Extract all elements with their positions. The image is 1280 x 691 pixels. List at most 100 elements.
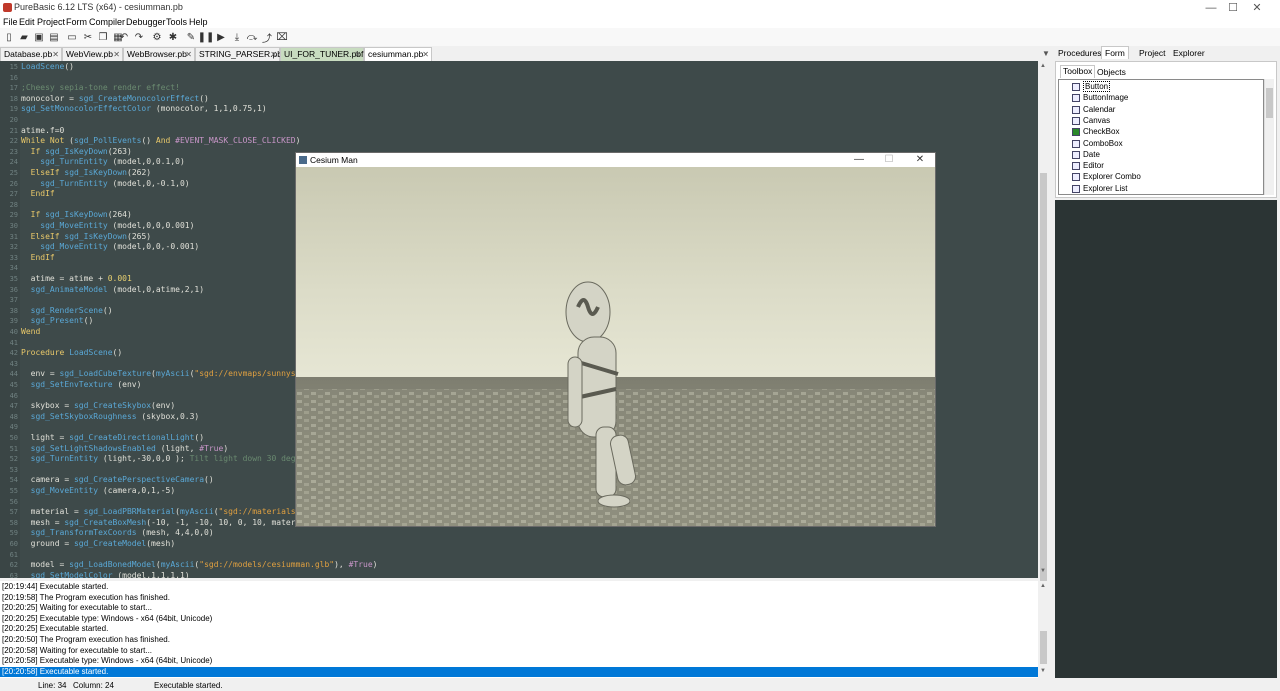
scroll-down-icon[interactable]: ▼ xyxy=(1040,568,1046,574)
cut-icon[interactable]: ✂ xyxy=(82,31,94,43)
game-maximize-button[interactable]: ☐ xyxy=(874,153,904,167)
menu-form[interactable]: Form xyxy=(66,16,87,28)
code-line[interactable]: 63 sgd_SetModelColor (model,1,1,1,1) xyxy=(0,571,1038,578)
scroll-up-icon[interactable]: ▲ xyxy=(1040,583,1046,589)
scrollbar-thumb[interactable] xyxy=(1040,173,1047,605)
step-over-icon[interactable]: ⤼ xyxy=(246,31,258,43)
close-file-icon[interactable]: ▭ xyxy=(66,31,78,43)
tab-close-icon[interactable]: ✕ xyxy=(270,48,277,61)
tab-string-parser[interactable]: STRING_PARSER.pb ✕ xyxy=(195,47,282,61)
log-line[interactable]: [20:20:25] Waiting for executable to sta… xyxy=(0,603,1038,614)
step-icon[interactable]: ⤓ xyxy=(231,31,243,43)
code-line[interactable]: 59 sgd_TransformTexCoords (mesh, 4,4,0,0… xyxy=(0,528,1038,538)
code-line[interactable]: 16 xyxy=(0,73,1038,83)
debug-icon[interactable]: ✱ xyxy=(167,31,179,43)
log-line[interactable]: [20:20:25] Executable started. xyxy=(0,624,1038,635)
code-text: camera = sgd_CreatePerspectiveCamera() xyxy=(21,475,214,485)
tab-webview[interactable]: WebView.pb ✕ xyxy=(62,47,123,61)
cesium-man-title-bar[interactable]: Cesium Man — ☐ ✕ xyxy=(296,153,935,167)
tab-form[interactable]: Form xyxy=(1101,46,1129,59)
tab-close-icon[interactable]: ✕ xyxy=(422,48,429,61)
log-line[interactable]: [20:20:58] Waiting for executable to sta… xyxy=(0,646,1038,657)
scroll-up-icon[interactable]: ▲ xyxy=(1040,63,1046,69)
code-line[interactable]: 22 While Not (sgd_PollEvents() And #EVENT… xyxy=(0,136,1038,146)
code-line[interactable]: 19 sgd_SetMonocolorEffectColor (monocolor… xyxy=(0,104,1038,114)
menu-file[interactable]: File xyxy=(3,16,18,28)
line-number: 61 xyxy=(9,550,18,559)
tab-explorer[interactable]: Explorer xyxy=(1173,48,1205,58)
tab-cesiumman[interactable]: cesiumman.pb ✕ xyxy=(364,47,432,61)
log-line[interactable]: [20:20:58] Executable type: Windows - x6… xyxy=(0,656,1038,667)
new-icon[interactable]: ▯ xyxy=(3,31,15,43)
code-token: (monocolor, 1,1,0.75,1) xyxy=(151,104,267,114)
toolbox-scrollbar[interactable] xyxy=(1264,79,1274,195)
tab-toolbox[interactable]: Toolbox xyxy=(1060,65,1096,78)
menu-edit[interactable]: Edit xyxy=(19,16,35,28)
run-icon[interactable]: ▶ xyxy=(215,31,227,43)
toolbox-list[interactable]: Button ButtonImage Calendar Canvas Check… xyxy=(1058,79,1264,195)
tab-webbrowser[interactable]: WebBrowser.pb ✕ xyxy=(123,47,195,61)
scroll-down-icon[interactable]: ▼ xyxy=(1040,668,1046,674)
code-line[interactable]: 15 LoadScene() xyxy=(0,62,1038,72)
tab-close-icon[interactable]: ✕ xyxy=(354,48,361,61)
save-icon[interactable]: ▣ xyxy=(33,31,45,43)
toolbox-item-date[interactable]: Date xyxy=(1072,149,1100,160)
game-minimize-button[interactable]: — xyxy=(844,153,874,167)
tab-project[interactable]: Project xyxy=(1139,48,1165,58)
tab-database[interactable]: Database.pb ✕ xyxy=(0,47,62,61)
cesium-man-window[interactable]: Cesium Man — ☐ ✕ xyxy=(295,152,936,527)
copy-icon[interactable]: ❐ xyxy=(97,31,109,43)
log-line[interactable]: [20:20:50] The Program execution has fin… xyxy=(0,635,1038,646)
tab-ui-for-tuner[interactable]: UI_FOR_TUNER.pbf ✕ xyxy=(280,47,364,61)
code-line[interactable]: 21 atime.f=0 xyxy=(0,126,1038,136)
undo-icon[interactable]: ↶ xyxy=(118,31,130,43)
tab-close-icon[interactable]: ✕ xyxy=(52,48,59,61)
open-icon[interactable]: ▰ xyxy=(18,31,30,43)
code-line[interactable]: 17 ;Cheesy sepia-tone render effect! xyxy=(0,83,1038,93)
toolbox-item-editor[interactable]: Editor xyxy=(1072,160,1104,171)
code-line[interactable]: 60 ground = sgd_CreateModel(mesh) xyxy=(0,539,1038,549)
code-line[interactable]: 62 model = sgd_LoadBonedModel(myAscii("s… xyxy=(0,560,1038,570)
toolbox-item-calendar[interactable]: Calendar xyxy=(1072,104,1115,115)
code-line[interactable]: 61 xyxy=(0,550,1038,560)
menu-tools[interactable]: Tools xyxy=(166,16,187,28)
toolbox-item-combobox[interactable]: ComboBox xyxy=(1072,138,1123,149)
game-close-button[interactable]: ✕ xyxy=(905,153,935,167)
code-line[interactable]: 20 xyxy=(0,115,1038,125)
step-out-icon[interactable]: ⤴ xyxy=(261,31,273,45)
redo-icon[interactable]: ↷ xyxy=(133,31,145,43)
toolbox-item-explorer-combo[interactable]: Explorer Combo xyxy=(1072,171,1141,182)
tab-close-icon[interactable]: ✕ xyxy=(113,48,120,61)
toolbox-item-explorer-list[interactable]: Explorer List xyxy=(1072,183,1127,194)
close-button[interactable]: ✕ xyxy=(1234,0,1280,16)
menu-help[interactable]: Help xyxy=(189,16,208,28)
log-line[interactable]: [20:20:25] Executable type: Windows - x6… xyxy=(0,614,1038,625)
tab-close-icon[interactable]: ✕ xyxy=(185,48,192,61)
output-scrollbar[interactable]: ▲ ▼ xyxy=(1038,581,1049,678)
log-line[interactable]: [20:20:58] Executable started. xyxy=(0,666,1038,678)
pause-icon[interactable]: ❚❚ xyxy=(198,31,215,43)
edit-icon[interactable]: ✎ xyxy=(185,31,197,43)
scrollbar-thumb[interactable] xyxy=(1040,631,1047,664)
menu-debugger[interactable]: Debugger xyxy=(126,16,166,28)
menu-project[interactable]: Project xyxy=(37,16,65,28)
compile-icon[interactable]: ⚙ xyxy=(151,31,163,43)
render-viewport[interactable] xyxy=(296,167,935,526)
tabs-dropdown-icon[interactable]: ▼ xyxy=(1042,49,1050,58)
toolbox-item-buttonimage[interactable]: ButtonImage xyxy=(1072,92,1128,103)
kill-icon[interactable]: ⌧ xyxy=(276,31,288,43)
menu-compiler[interactable]: Compiler xyxy=(89,16,125,28)
code-line[interactable]: 18 monocolor = sgd_CreateMonocolorEffect(… xyxy=(0,94,1038,104)
tab-procedures[interactable]: Procedures xyxy=(1058,48,1101,58)
toolbox-item-checkbox[interactable]: CheckBox xyxy=(1072,126,1119,137)
scrollbar-thumb[interactable] xyxy=(1266,88,1273,118)
toolbox-item-button[interactable]: Button xyxy=(1072,81,1111,92)
output-log[interactable]: [20:19:44] Executable started. [20:19:58]… xyxy=(0,581,1038,678)
save-all-icon[interactable]: ▤ xyxy=(48,31,60,43)
log-line[interactable]: [20:19:44] Executable started. xyxy=(0,582,1038,593)
editor-scrollbar[interactable]: ▲ ▼ xyxy=(1038,61,1049,605)
tab-objects[interactable]: Objects xyxy=(1097,67,1126,77)
line-number: 43 xyxy=(9,359,18,368)
log-line[interactable]: [20:19:58] The Program execution has fin… xyxy=(0,593,1038,604)
toolbox-item-canvas[interactable]: Canvas xyxy=(1072,115,1110,126)
